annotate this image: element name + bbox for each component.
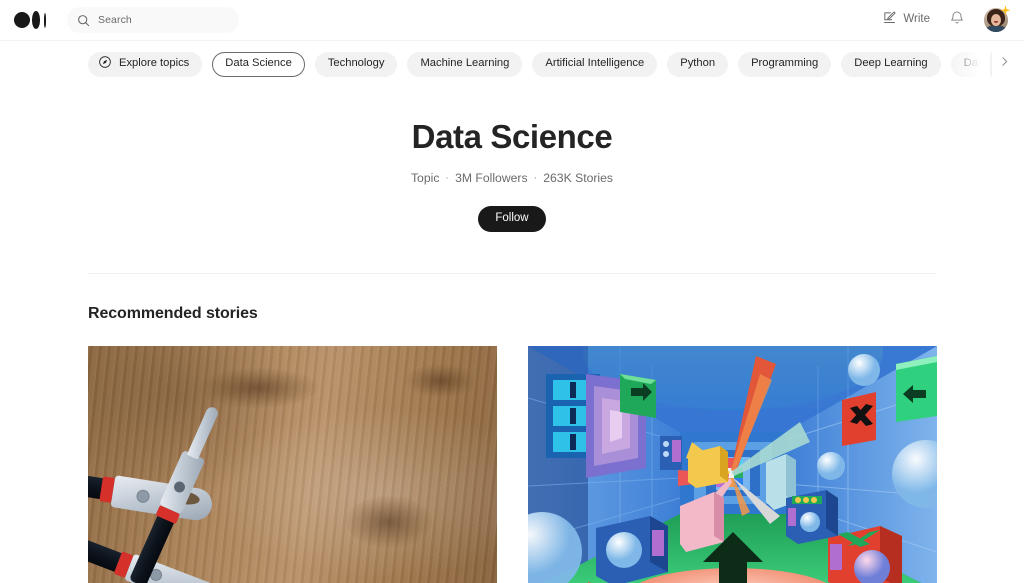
wood-knot — [406, 364, 476, 399]
logo-bar-small — [43, 12, 47, 28]
geometric-corridor-illustration — [528, 346, 937, 583]
write-pencil-icon — [882, 10, 897, 30]
compass-icon — [98, 55, 112, 72]
topic-chip-label: Artificial Intelligence — [545, 57, 645, 70]
section-title: Recommended stories — [88, 305, 258, 323]
topic-chip-label: Deep Learning — [854, 57, 928, 70]
chipbar-next-button[interactable] — [992, 52, 1016, 76]
topic-chip-label: Python — [680, 57, 716, 70]
explore-topics-label: Explore topics — [119, 57, 190, 70]
topic-stories-count: 263K Stories — [543, 170, 614, 185]
write-button[interactable]: Write — [882, 10, 930, 30]
header-actions: Write — [882, 5, 1011, 32]
chevron-right-icon — [998, 55, 1011, 73]
topic-chip-programming[interactable]: Programming — [738, 51, 832, 77]
topic-chip-label: Technology — [327, 57, 385, 70]
story-card-list — [88, 346, 937, 583]
meta-separator: · — [533, 171, 538, 184]
avatar-mouth — [994, 20, 998, 23]
wood-knot — [346, 496, 432, 549]
recommended-stories-section: Recommended stories — [88, 274, 937, 583]
story-card[interactable] — [528, 346, 937, 583]
topic-chip-artificial-intelligence[interactable]: Artificial Intelligence — [532, 51, 658, 77]
story-thumbnail-tools — [88, 346, 497, 583]
search-input[interactable]: Search — [67, 7, 239, 33]
story-card[interactable] — [88, 346, 497, 583]
topic-chip-bar: Explore topics Data Science Technology M… — [0, 41, 1024, 87]
topic-chip-machine-learning[interactable]: Machine Learning — [407, 51, 523, 77]
topic-chip-technology[interactable]: Technology — [314, 51, 398, 77]
topic-chip-label: Machine Learning — [420, 57, 510, 70]
avatar-face — [991, 13, 1001, 26]
topic-kind-label: Topic — [410, 170, 440, 185]
page-title: Data Science — [411, 118, 613, 155]
topic-chip-label: Programming — [751, 57, 819, 70]
bell-icon — [949, 10, 965, 31]
write-button-label: Write — [903, 13, 930, 26]
search-placeholder-text: Search — [98, 13, 132, 26]
avatar-shoulder — [984, 26, 1008, 32]
avatar[interactable] — [984, 5, 1011, 32]
topic-chip-list: Explore topics Data Science Technology M… — [88, 51, 1001, 77]
search-icon — [77, 14, 90, 27]
topic-chip-label: Data Science — [225, 57, 292, 70]
logo-circle-large — [14, 12, 30, 29]
topic-chip-deep-learning[interactable]: Deep Learning — [841, 51, 941, 77]
explore-topics-chip[interactable]: Explore topics — [88, 51, 203, 77]
topic-chip-data-science[interactable]: Data Science — [212, 51, 305, 77]
pliers-nose — [186, 405, 220, 460]
topic-hero: Data Science Topic · 3M Followers · 263K… — [0, 87, 1024, 233]
page-viewport: Search Write Explore topics Data Science… — [0, 0, 1024, 583]
notifications-button[interactable] — [949, 10, 965, 31]
avatar-image — [984, 8, 1008, 32]
topic-followers-count: 3M Followers — [455, 170, 528, 185]
site-header: Search Write — [0, 0, 1024, 41]
meta-separator: · — [445, 171, 450, 184]
medium-logo-icon[interactable] — [14, 9, 54, 31]
topic-chip-python[interactable]: Python — [667, 51, 729, 77]
topic-meta: Topic · 3M Followers · 263K Stories — [411, 172, 613, 184]
wood-knot — [198, 368, 318, 409]
story-thumbnail-corridor — [528, 346, 937, 583]
follow-button[interactable]: Follow — [478, 206, 546, 233]
topic-chip-label: Data — [963, 57, 988, 70]
logo-ellipse-mid — [32, 11, 41, 29]
